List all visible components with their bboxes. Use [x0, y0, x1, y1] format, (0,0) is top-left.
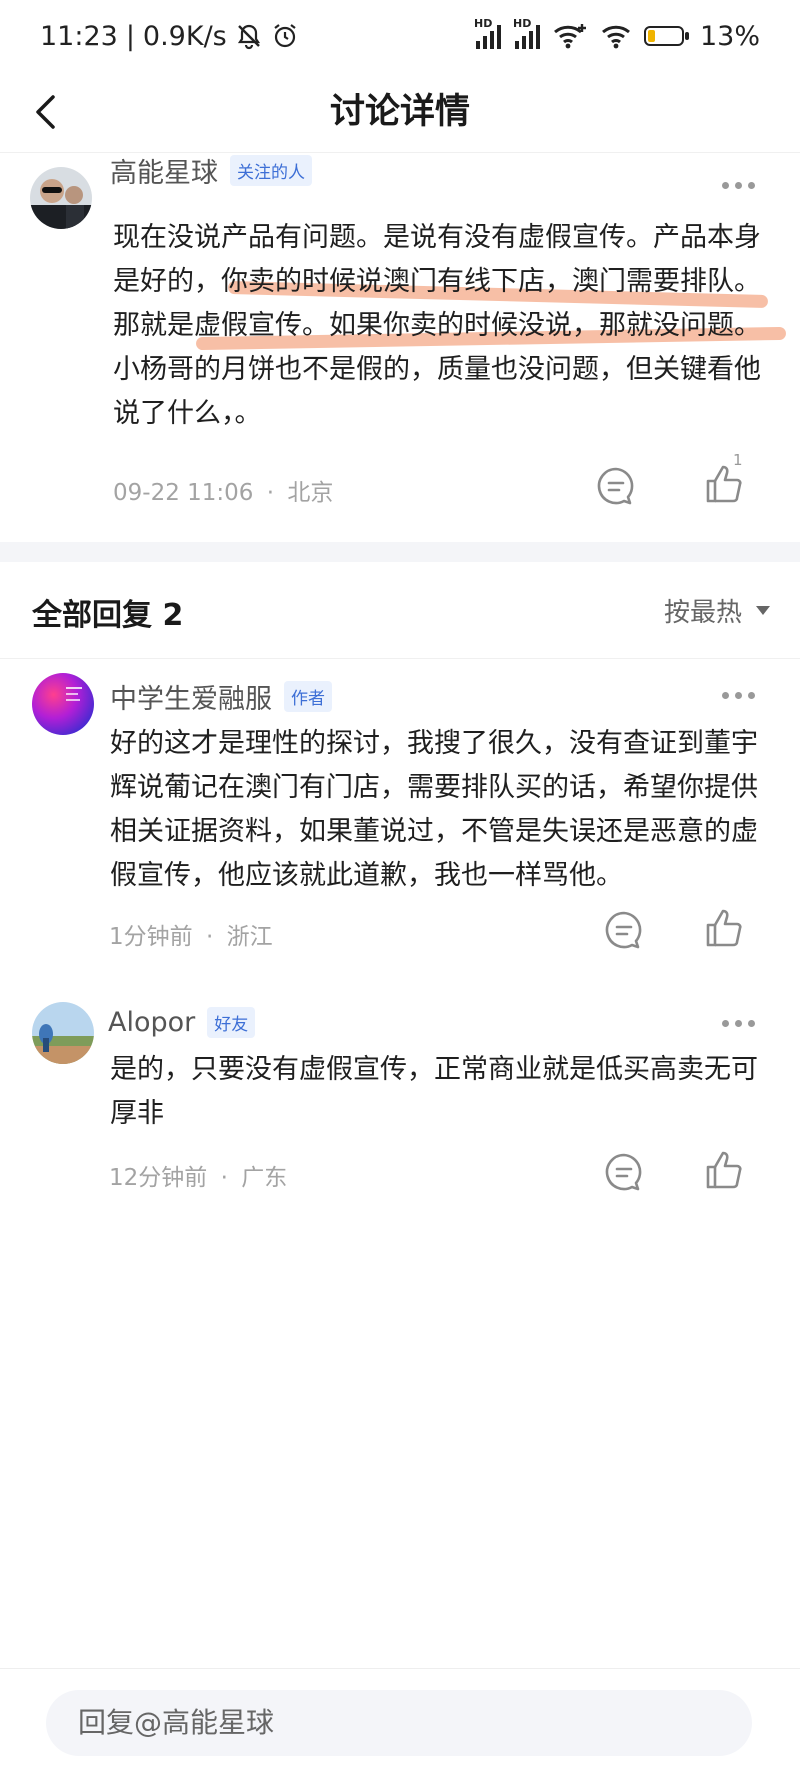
post-content: 现在没说产品有问题。是说有没有虚假宣传。产品本身是好的，你卖的时候说澳门有线下店…: [113, 222, 761, 429]
status-bar: 11:23 | 0.9K/s HD HD 13%: [0, 0, 800, 72]
status-separator: |: [125, 20, 135, 52]
battery-icon: [643, 26, 689, 46]
more-dot-icon: [735, 182, 742, 189]
reply-timestamp: 12分钟前: [109, 1165, 208, 1191]
comment-icon[interactable]: [602, 1150, 646, 1194]
reply-author-name[interactable]: 中学生爱融服: [110, 677, 272, 716]
reply-author-row: 中学生爱融服 作者: [110, 677, 332, 716]
more-dot-icon: [722, 182, 729, 189]
avatar-photo: [32, 1002, 94, 1064]
status-net-speed: 0.9K/s: [142, 20, 227, 52]
wifi-icon: [602, 25, 630, 49]
follow-tag: 关注的人: [230, 154, 312, 186]
status-time: 11:23: [40, 20, 118, 52]
meta-separator: ·: [266, 480, 275, 506]
page-title: 讨论详情: [329, 92, 470, 132]
like-icon[interactable]: [702, 1148, 746, 1192]
post-meta: 09-22 11:06 · 北京: [113, 473, 333, 507]
replies-header: 全部回复 2 按最热: [0, 562, 800, 659]
more-dot-icon: [748, 1020, 755, 1027]
reply-more-button[interactable]: [722, 1020, 755, 1027]
post-author-row: 高能星球 关注的人: [110, 151, 312, 190]
reply-author-name[interactable]: Alopor: [108, 1007, 195, 1038]
reply-content: 好的这才是理性的探讨，我搜了很久，没有查证到董宇辉说葡记在澳门有门店，需要排队买…: [110, 728, 758, 891]
more-dot-icon: [722, 1020, 729, 1027]
more-dot-icon: [748, 182, 755, 189]
original-post: 高能星球 关注的人 现在没说产品有问题。是说有没有虚假宣传。产品本身是好的，你卖…: [0, 152, 800, 542]
like-count: 1: [733, 451, 743, 469]
more-dot-icon: [722, 692, 729, 699]
sort-label: 按最热: [663, 598, 742, 628]
reply-item: Alopor 好友 是的，只要没有虚假宣传，正常商业就是低买高卖无可厚非 12分…: [0, 978, 800, 1218]
post-author-name[interactable]: 高能星球: [110, 151, 218, 190]
avatar[interactable]: [30, 167, 92, 229]
status-right: HD HD 13%: [474, 17, 760, 52]
reply-location: 广东: [241, 1165, 288, 1191]
reply-meta: 1分钟前 · 浙江: [109, 917, 273, 951]
reply-location: 浙江: [226, 924, 273, 950]
status-left: 11:23 | 0.9K/s: [40, 21, 299, 52]
reply-item: 中学生爱融服 作者 好的这才是理性的探讨，我搜了很久，没有查证到董宇辉说葡记在澳…: [0, 658, 800, 978]
avatar-photo: [30, 167, 92, 229]
replies-title: 全部回复 2: [32, 598, 184, 633]
section-divider: [0, 542, 800, 562]
battery-percent: 13%: [699, 20, 760, 52]
sort-dropdown[interactable]: 按最热: [664, 592, 770, 629]
reply-bar: 回复@高能星球: [0, 1668, 800, 1779]
comment-icon[interactable]: [602, 908, 646, 952]
nav-bar: 讨论详情: [0, 72, 800, 153]
mute-bell-icon: [237, 24, 260, 50]
meta-separator: ·: [220, 1165, 228, 1191]
reply-timestamp: 1分钟前: [109, 924, 193, 950]
friend-tag: 好友: [207, 1006, 256, 1038]
wifi-plus-icon: [554, 24, 586, 49]
reply-author-row: Alopor 好友: [108, 1004, 256, 1040]
more-dot-icon: [735, 692, 742, 699]
comment-icon[interactable]: [594, 464, 638, 508]
avatar-photo: [32, 673, 94, 735]
hd-signal-icon: HD: [474, 17, 501, 49]
reply-content: 是的，只要没有虚假宣传，正常商业就是低买高卖无可厚非: [110, 1054, 758, 1129]
hd-signal-icon: HD: [513, 17, 540, 49]
reply-input[interactable]: 回复@高能星球: [46, 1690, 752, 1756]
more-dot-icon: [735, 1020, 742, 1027]
meta-separator: ·: [205, 924, 214, 950]
post-timestamp: 09-22 11:06: [113, 480, 254, 506]
more-dot-icon: [748, 692, 755, 699]
like-icon[interactable]: [702, 906, 746, 950]
avatar[interactable]: [32, 1002, 94, 1064]
avatar[interactable]: [32, 673, 94, 735]
caret-down-icon: [756, 606, 770, 615]
author-tag: 作者: [284, 680, 332, 712]
reply-more-button[interactable]: [722, 692, 755, 699]
post-more-button[interactable]: [722, 182, 755, 189]
post-location: 北京: [287, 480, 334, 506]
reply-meta: 12分钟前 · 广东: [109, 1158, 287, 1192]
alarm-icon: [274, 24, 296, 48]
